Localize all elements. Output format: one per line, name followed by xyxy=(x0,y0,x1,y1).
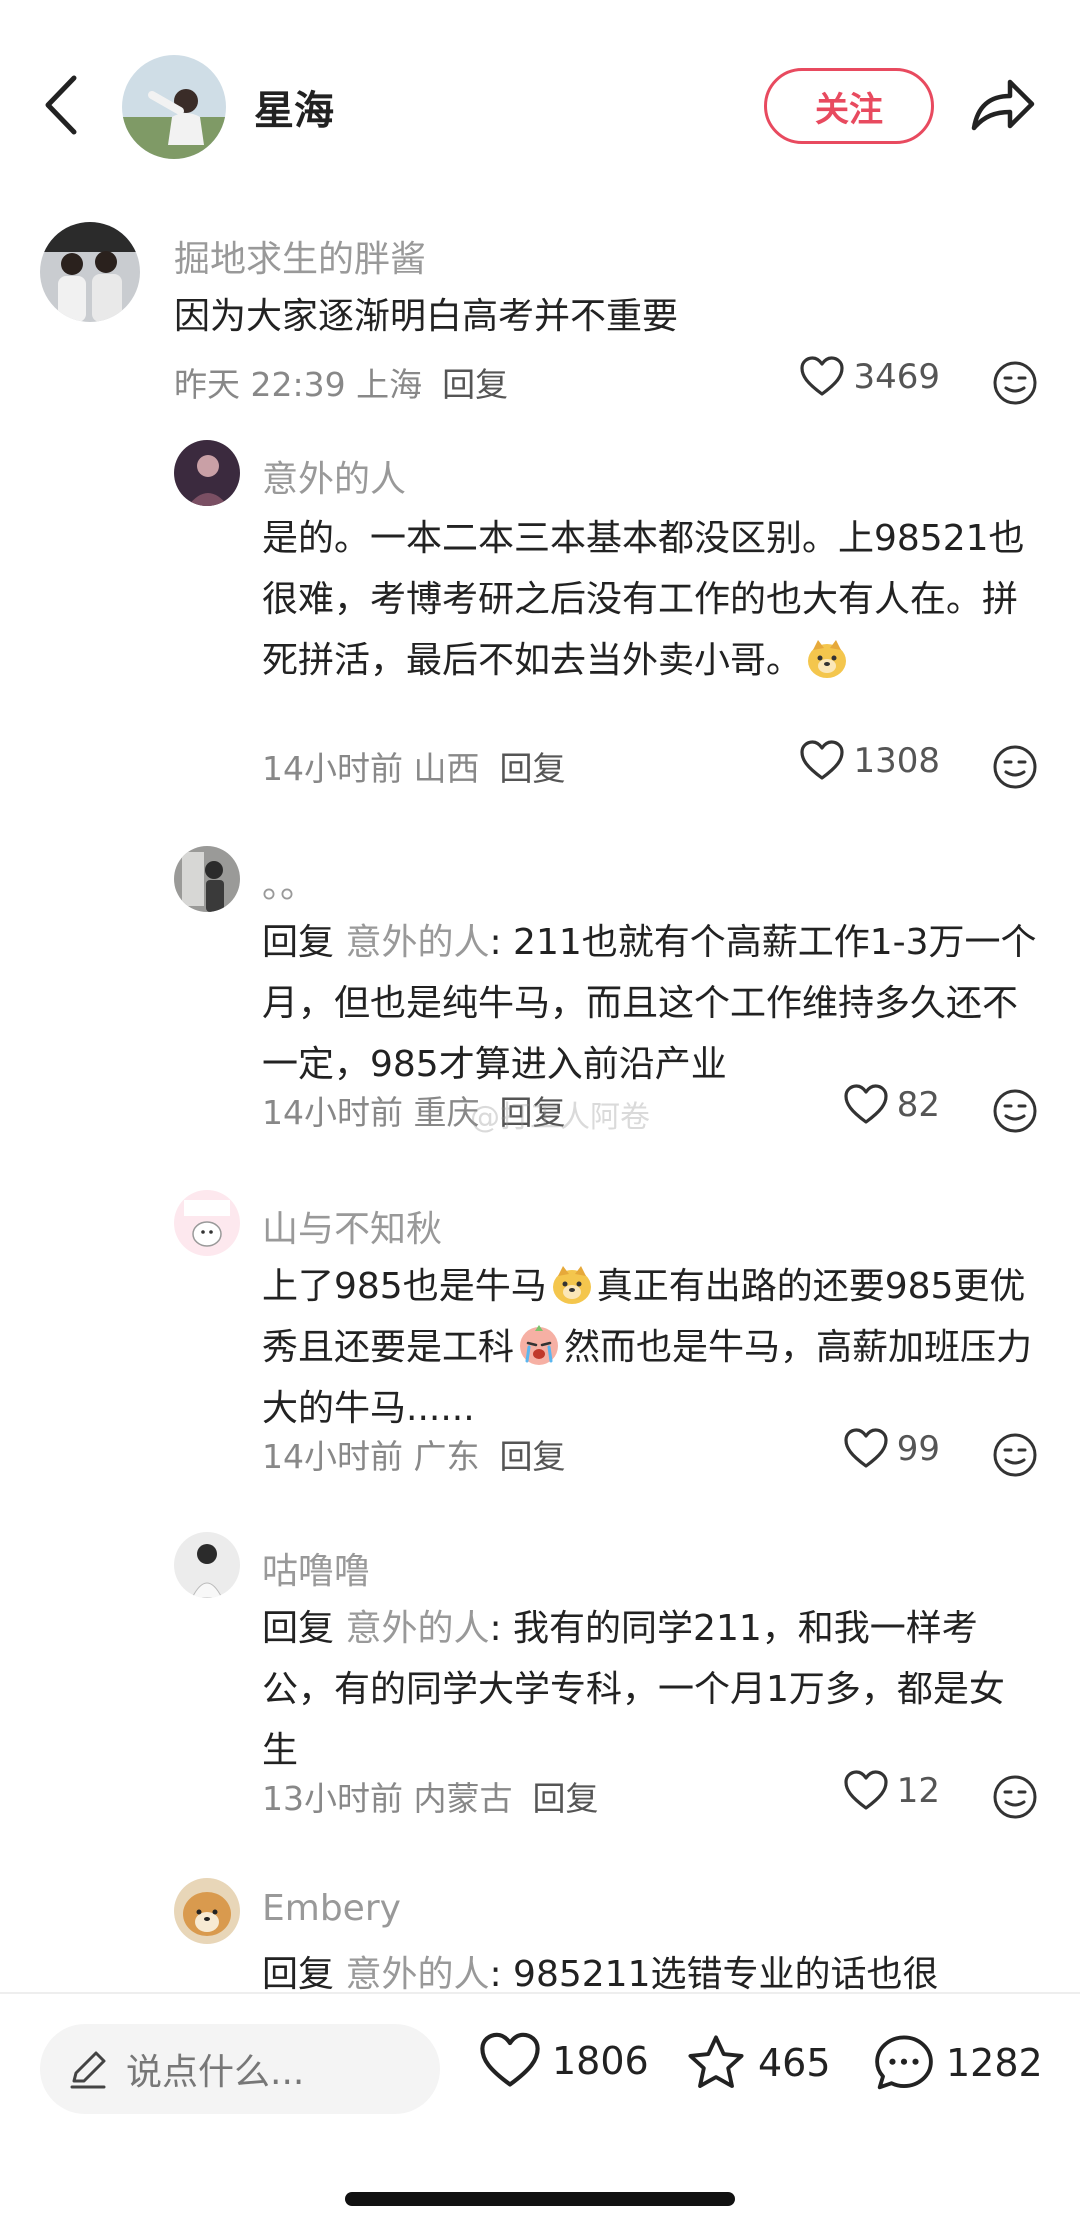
comment-time-location: 14小时前 广东 xyxy=(262,1437,480,1476)
share-icon[interactable] xyxy=(968,74,1038,134)
watermark: @打工人阿卷 xyxy=(470,1100,650,1135)
commenter-avatar[interactable] xyxy=(40,222,140,322)
follow-button[interactable]: 关注 xyxy=(764,68,934,144)
post-comment-count: 1282 xyxy=(946,2041,1043,2085)
emoji-reaction-icon[interactable] xyxy=(992,1774,1038,1820)
heart-icon xyxy=(800,356,845,396)
heart-icon xyxy=(480,2032,540,2087)
commenter-name[interactable]: 掘地求生的胖酱 xyxy=(174,230,426,282)
emoji-reaction-icon[interactable] xyxy=(992,1432,1038,1478)
dog-emoji-icon xyxy=(808,640,847,678)
reply-to-user[interactable]: 意外的人 xyxy=(345,1608,489,1649)
reply-button[interactable]: 回复 xyxy=(442,365,508,404)
comment-input-placeholder: 说点什么... xyxy=(126,2052,305,2093)
commenter-avatar[interactable] xyxy=(174,1878,240,1944)
author-name: 星海 xyxy=(254,88,334,134)
like-count: 1308 xyxy=(853,741,940,781)
comment-time-location: 14小时前 山西 xyxy=(262,749,480,788)
author-avatar[interactable] xyxy=(122,55,226,159)
emoji-reaction-icon[interactable] xyxy=(992,360,1038,406)
like-count: 12 xyxy=(896,1771,940,1811)
commenter-name[interactable]: 。。 xyxy=(262,856,316,908)
comment-bubble-icon xyxy=(875,2035,933,2090)
emoji-reaction-icon[interactable] xyxy=(992,744,1038,790)
reply-button[interactable]: 回复 xyxy=(499,1437,565,1476)
comment-text: 回复 意外的人: 211也就有个高薪工作1-3万一个月，但也是纯牛马，而且这个工… xyxy=(262,922,1037,1085)
comment-meta: 昨天 22:39 上海 回复 xyxy=(174,358,508,406)
comment-text: 上了985也是牛马 真正有出路的还要985更优秀且还要是工科 然而也是牛马，高薪加班… xyxy=(262,1256,1040,1439)
post-comment-button[interactable]: 1282 xyxy=(872,2032,1043,2094)
star-icon xyxy=(688,2035,744,2088)
emoji-reaction-icon[interactable] xyxy=(992,1088,1038,1134)
home-indicator[interactable] xyxy=(345,2192,735,2206)
comment-text: 回复 意外的人: 我有的同学211，和我一样考公，有的同学大学专科，一个月1万多… xyxy=(262,1608,1005,1771)
post-favorite-button[interactable]: 465 xyxy=(684,2032,831,2094)
like-count: 82 xyxy=(896,1085,940,1125)
comment-meta: 13小时前 内蒙古 回复 xyxy=(262,1772,598,1820)
back-arrow-icon[interactable] xyxy=(38,70,88,140)
like-count: 3469 xyxy=(853,357,940,397)
commenter-name[interactable]: Embery xyxy=(262,1888,401,1929)
post-favorite-count: 465 xyxy=(758,2041,831,2085)
comment-like-button[interactable]: 12 xyxy=(843,1770,940,1812)
comment-like-button[interactable]: 82 xyxy=(843,1084,940,1126)
comment-time-location: 14小时前 重庆 xyxy=(262,1093,480,1132)
like-count: 99 xyxy=(896,1429,940,1469)
crying-emoji-icon xyxy=(520,1325,559,1365)
commenter-avatar[interactable] xyxy=(174,440,240,506)
heart-icon xyxy=(844,1084,888,1124)
comment-like-button[interactable]: 99 xyxy=(843,1428,940,1470)
comment-like-button[interactable]: 3469 xyxy=(799,356,940,398)
reply-to-user[interactable]: 意外的人 xyxy=(345,922,489,963)
commenter-name[interactable]: 意外的人 xyxy=(262,450,406,502)
pencil-icon xyxy=(70,2051,106,2089)
commenter-name[interactable]: 咕噜噜 xyxy=(262,1542,370,1594)
reply-button[interactable]: 回复 xyxy=(499,749,565,788)
reply-button[interactable]: 回复 xyxy=(532,1779,598,1818)
comment-input[interactable]: 说点什么... xyxy=(40,2024,440,2114)
reply-to-user[interactable]: 意外的人 xyxy=(345,1954,489,1990)
comment-meta: 14小时前 广东 回复 xyxy=(262,1430,565,1478)
comment-like-button[interactable]: 1308 xyxy=(799,740,940,782)
comment-text: 回复 意外的人: 985211选错专业的话也很 xyxy=(262,1944,1040,1990)
commenter-avatar[interactable] xyxy=(174,1532,240,1598)
dog-emoji-icon xyxy=(552,1266,591,1304)
post-like-count: 1806 xyxy=(552,2039,649,2083)
comment-time-location: 13小时前 内蒙古 xyxy=(262,1779,513,1818)
commenter-name[interactable]: 山与不知秋 xyxy=(262,1200,442,1252)
post-like-button[interactable]: 1806 xyxy=(478,2032,649,2090)
heart-icon xyxy=(844,1428,888,1468)
commenter-avatar[interactable] xyxy=(174,846,240,912)
comment-text: 因为大家逐渐明白高考并不重要 xyxy=(174,296,679,337)
heart-icon xyxy=(800,740,845,780)
comment-meta: 14小时前 山西 回复 xyxy=(262,742,565,790)
commenter-avatar[interactable] xyxy=(174,1190,240,1256)
comment-text: 是的。一本二本三本基本都没区别。上98521也很难，考博考研之后没有工作的也大有… xyxy=(262,518,1025,681)
post-header: 星海 关注 xyxy=(0,0,1080,210)
comment-time-location: 昨天 22:39 上海 xyxy=(174,365,423,404)
bottom-action-bar: 说点什么... 1806 465 1282 xyxy=(0,1992,1080,2224)
heart-icon xyxy=(844,1770,888,1810)
